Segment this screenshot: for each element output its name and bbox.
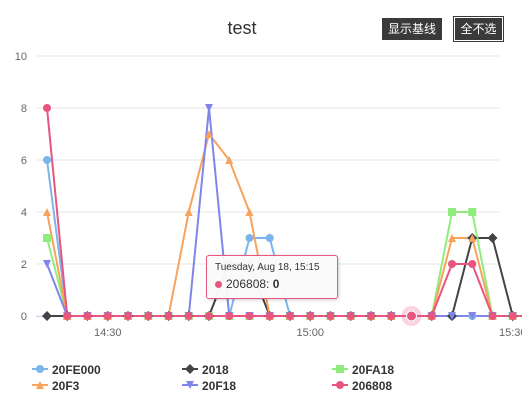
point-206808 — [326, 312, 335, 320]
tooltip-value: 0 — [272, 277, 280, 291]
point-206808 — [427, 312, 436, 320]
y-tick-label: 10 — [15, 51, 27, 63]
point-206808 — [387, 312, 396, 320]
y-tick-label: 0 — [21, 311, 27, 323]
point-206808 — [103, 312, 112, 320]
legend-marker — [336, 365, 344, 373]
legend-marker — [185, 364, 195, 374]
point-206808 — [367, 312, 375, 320]
legend-marker — [36, 365, 44, 373]
point-206808 — [468, 260, 477, 268]
legend-item[interactable]: 2018 — [182, 363, 229, 377]
tooltip-series-dot — [215, 281, 222, 288]
legend-label: 20F3 — [52, 379, 80, 393]
point-206808 — [225, 312, 234, 320]
x-tick-label: 15:30 — [499, 327, 522, 339]
point-206808 — [265, 312, 274, 320]
point-206808 — [124, 312, 132, 320]
point-2018 — [42, 311, 52, 321]
point-206808 — [306, 312, 315, 320]
point-206808 — [508, 312, 517, 320]
point-206808 — [63, 312, 72, 320]
y-tick-label: 4 — [21, 207, 27, 219]
point-206808 — [286, 312, 294, 320]
tooltip-row: 206808: 0 — [215, 277, 329, 291]
hover-point — [406, 310, 417, 322]
point-20FE000 — [245, 234, 254, 242]
point-206808 — [184, 312, 193, 320]
y-tick-label: 8 — [21, 103, 27, 115]
legend-item[interactable]: 20F18 — [182, 379, 236, 393]
point-206808 — [205, 312, 213, 320]
x-tick-label: 14:30 — [94, 327, 122, 339]
show-baseline-button[interactable]: 显示基线 — [382, 18, 442, 40]
line-chart: test 0246810 14:3015:0015:3016:00 20FE00… — [15, 18, 522, 393]
point-20FE000 — [265, 234, 274, 242]
y-tick-label: 2 — [21, 259, 27, 271]
legend-marker — [336, 381, 344, 389]
point-20FA18 — [448, 208, 456, 216]
point-20FE000 — [43, 156, 51, 164]
tooltip-series-name: 206808 — [226, 277, 267, 291]
legend-label: 2018 — [202, 363, 229, 377]
legend-label: 206808 — [352, 379, 392, 393]
point-20FA18 — [43, 234, 51, 242]
point-206808 — [43, 104, 51, 112]
legend-item[interactable]: 20F3 — [32, 379, 80, 393]
point-206808 — [488, 312, 497, 320]
point-206808 — [164, 312, 173, 320]
select-none-button[interactable]: 全不选 — [453, 16, 504, 42]
legend-label: 20FA18 — [352, 363, 394, 377]
chart-tooltip: Tuesday, Aug 18, 15:15 206808: 0 — [206, 255, 338, 299]
legend-label: 20FE000 — [52, 363, 101, 377]
point-206808 — [448, 260, 456, 268]
y-tick-label: 6 — [21, 155, 27, 167]
legend-item[interactable]: 20FE000 — [32, 363, 101, 377]
legend-label: 20F18 — [202, 379, 236, 393]
tooltip-date: Tuesday, Aug 18, 15:15 — [215, 262, 320, 273]
point-206808 — [346, 312, 355, 320]
legend-item[interactable]: 20FA18 — [332, 363, 394, 377]
chart-title: test — [227, 18, 256, 38]
x-tick-label: 15:00 — [296, 327, 324, 339]
point-2018 — [487, 233, 498, 243]
point-206808 — [83, 312, 92, 320]
point-206808 — [245, 312, 254, 320]
point-206808 — [144, 312, 153, 320]
point-20FA18 — [468, 208, 477, 216]
legend-item[interactable]: 206808 — [332, 379, 392, 393]
